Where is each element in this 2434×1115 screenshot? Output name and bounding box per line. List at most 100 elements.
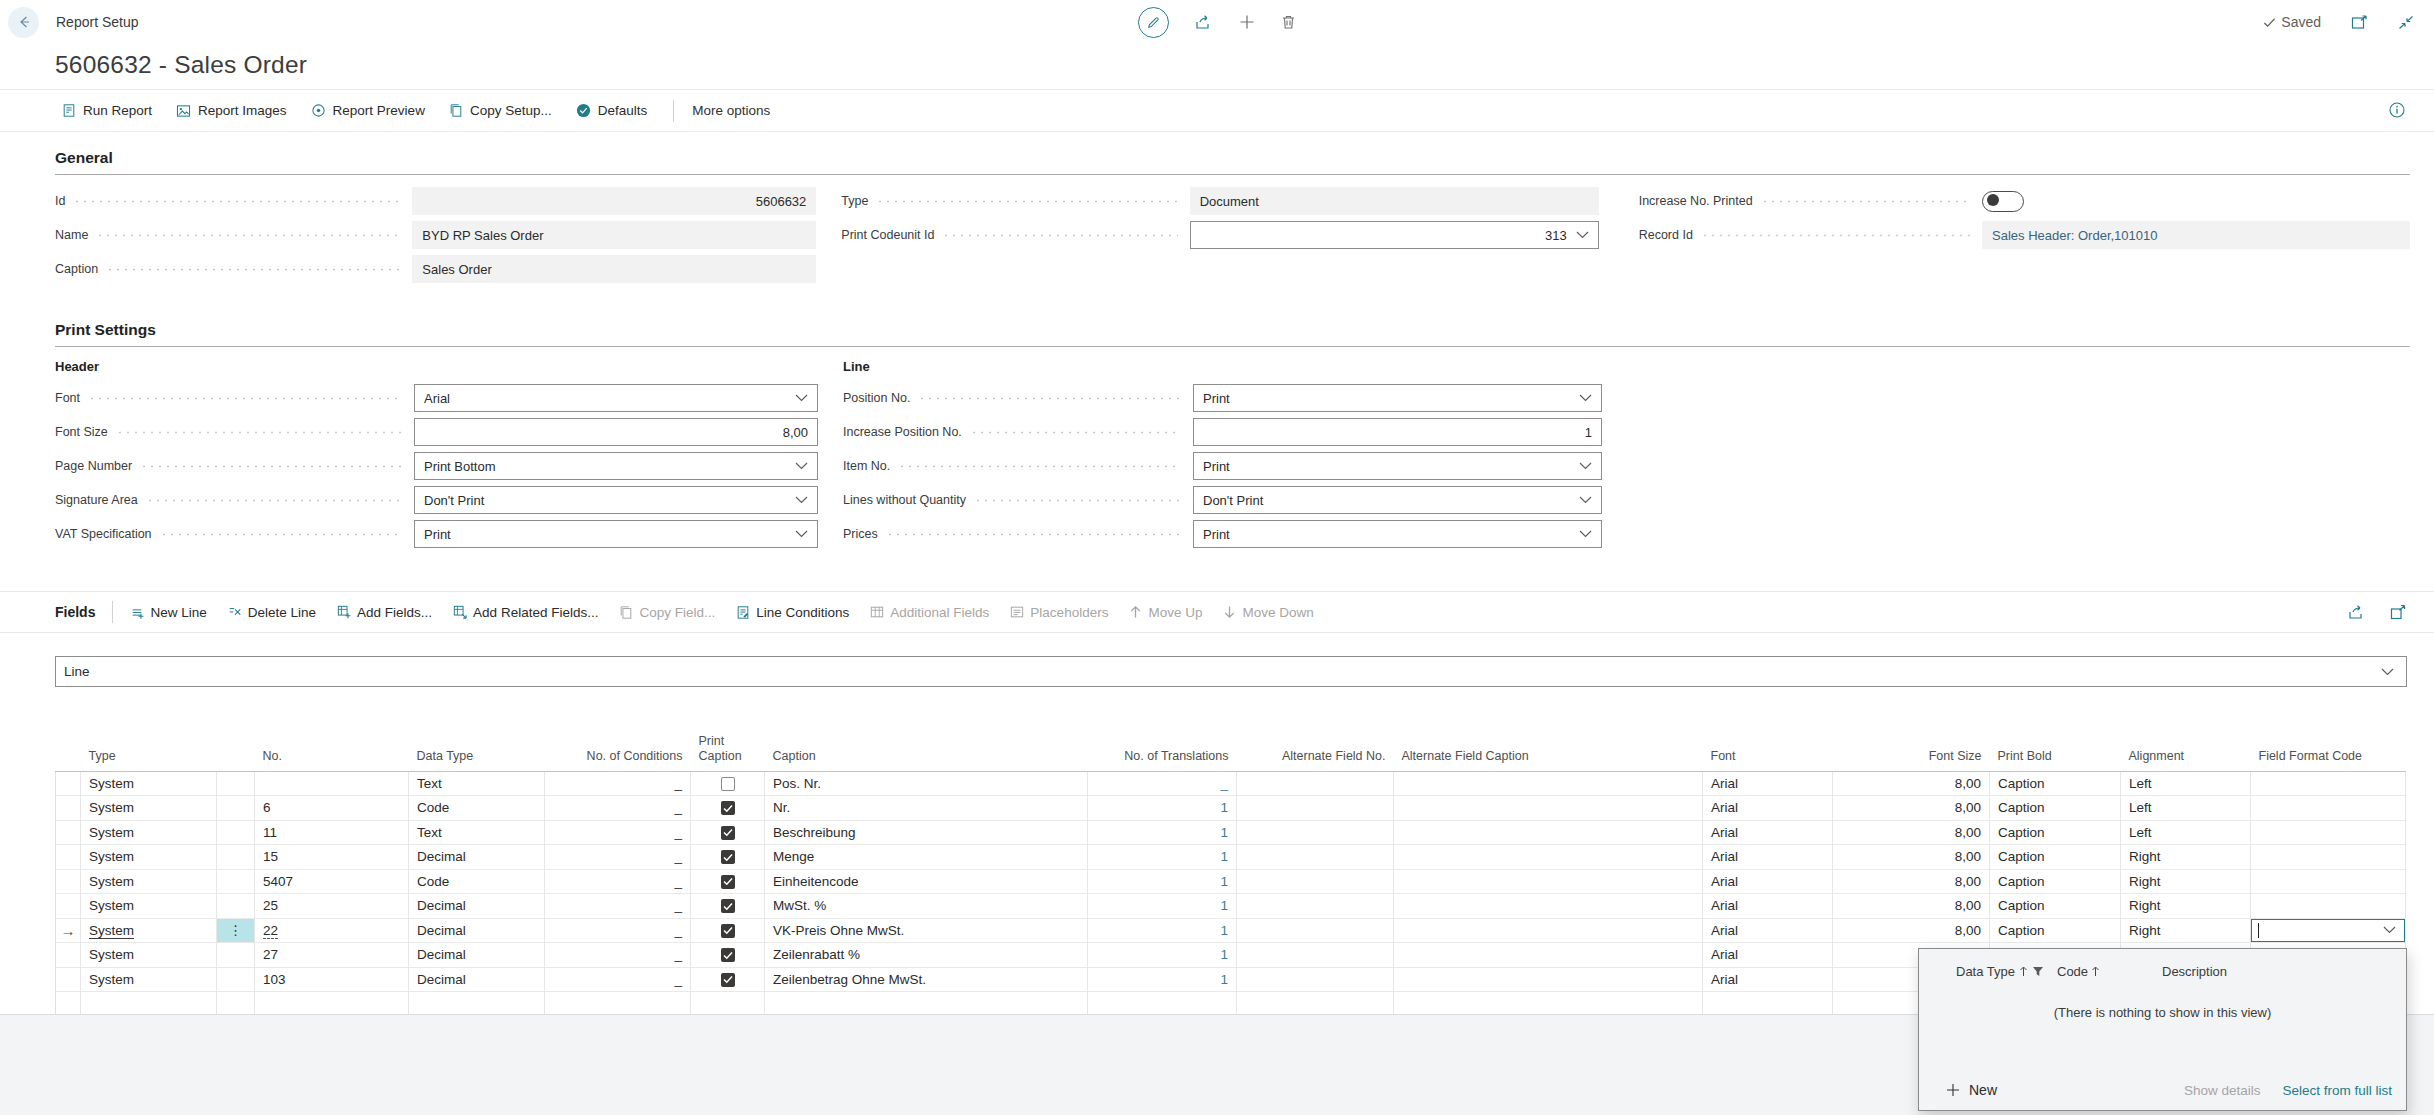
column-header-font[interactable]: Font <box>1703 733 1833 771</box>
cell-no-of-conditions[interactable]: _ <box>545 869 691 894</box>
cell-alignment[interactable]: Left <box>2121 771 2251 796</box>
row-menu[interactable] <box>217 943 255 968</box>
column-header-data-type[interactable]: Data Type <box>409 733 545 771</box>
cell-alternate-field-no[interactable] <box>1237 869 1394 894</box>
cell-no-of-conditions[interactable]: _ <box>545 894 691 919</box>
cell-no[interactable]: 27 <box>255 943 409 968</box>
cell-no-of-conditions[interactable]: _ <box>545 796 691 821</box>
row-menu[interactable] <box>217 771 255 796</box>
info-icon[interactable] <box>2388 101 2406 119</box>
cell-alignment[interactable]: Right <box>2121 845 2251 870</box>
cell-type[interactable]: System <box>81 918 217 943</box>
cell-type[interactable]: System <box>81 967 217 992</box>
cell-no-of-conditions[interactable]: _ <box>545 918 691 943</box>
column-header-print-caption[interactable]: Print Caption <box>691 733 765 771</box>
record-id-link[interactable]: Sales Header: Order,101010 <box>1982 221 2410 249</box>
cell-caption[interactable]: Nr. <box>765 796 1088 821</box>
row-selector[interactable] <box>56 771 81 796</box>
cell-font[interactable]: Arial <box>1703 771 1833 796</box>
column-header-alternate-field-caption[interactable]: Alternate Field Caption <box>1394 733 1703 771</box>
table-row[interactable]: System25Decimal_MwSt. %1Arial8,00Caption… <box>56 894 2406 919</box>
cell-caption[interactable]: Einheitencode <box>765 869 1088 894</box>
cell-font-size[interactable]: 8,00 <box>1833 845 1990 870</box>
font-field[interactable]: Arial <box>414 384 818 412</box>
run-report-button[interactable]: Run Report <box>62 103 152 118</box>
row-menu[interactable] <box>217 869 255 894</box>
cell-type[interactable]: System <box>81 796 217 821</box>
cell-alignment[interactable]: Right <box>2121 894 2251 919</box>
cell-print-bold[interactable]: Caption <box>1990 918 2121 943</box>
cell-font-size[interactable]: 8,00 <box>1833 894 1990 919</box>
cell-print-bold[interactable]: Caption <box>1990 869 2121 894</box>
cell-data-type[interactable]: Decimal <box>409 894 545 919</box>
cell-caption[interactable]: MwSt. % <box>765 894 1088 919</box>
popup-col-code[interactable]: Code <box>2057 964 2162 979</box>
cell-caption[interactable]: Pos. Nr. <box>765 771 1088 796</box>
table-row[interactable]: System6Code_Nr.1Arial8,00CaptionLeft <box>56 796 2406 821</box>
cell-font[interactable]: Arial <box>1703 869 1833 894</box>
position-no-field[interactable]: Print <box>1193 384 1602 412</box>
cell-data-type[interactable]: Decimal <box>409 967 545 992</box>
add-fields-button[interactable]: Add Fields... <box>337 605 432 620</box>
cell-print-caption[interactable] <box>691 771 765 796</box>
cell-caption[interactable]: Beschreibung <box>765 820 1088 845</box>
cell-font[interactable]: Arial <box>1703 820 1833 845</box>
column-header-caption[interactable]: Caption <box>765 733 1088 771</box>
expand-icon[interactable] <box>2390 604 2406 620</box>
lines-without-quantity-field[interactable]: Don't Print <box>1193 486 1602 514</box>
cell-data-type[interactable]: Code <box>409 869 545 894</box>
cell-no[interactable]: 11 <box>255 820 409 845</box>
popup-col-description[interactable]: Description <box>2162 964 2227 979</box>
cell-font[interactable]: Arial <box>1703 796 1833 821</box>
row-selector[interactable]: → <box>56 918 81 943</box>
cell-type[interactable] <box>81 992 217 1017</box>
cell-no-of-conditions[interactable]: _ <box>545 967 691 992</box>
cell-no-of-translations[interactable]: 1 <box>1088 820 1237 845</box>
column-header-type[interactable]: Type <box>81 733 217 771</box>
cell-no-of-conditions[interactable]: _ <box>545 820 691 845</box>
cell-alignment[interactable]: Right <box>2121 918 2251 943</box>
row-selector[interactable] <box>56 894 81 919</box>
cell-field-format-code[interactable] <box>2251 894 2406 919</box>
table-row[interactable]: System15Decimal_Menge1Arial8,00CaptionRi… <box>56 845 2406 870</box>
cell-no[interactable]: 15 <box>255 845 409 870</box>
checkbox-checked[interactable] <box>721 826 735 840</box>
cell-data-type[interactable] <box>409 992 545 1017</box>
cell-alternate-field-caption[interactable] <box>1394 796 1703 821</box>
checkbox-unchecked[interactable] <box>721 777 735 791</box>
cell-no-of-translations[interactable]: 1 <box>1088 894 1237 919</box>
cell-alternate-field-no[interactable] <box>1237 992 1394 1017</box>
checkbox-checked[interactable] <box>721 801 735 815</box>
cell-print-caption[interactable] <box>691 820 765 845</box>
cell-no-of-conditions[interactable] <box>545 992 691 1017</box>
row-menu[interactable] <box>217 894 255 919</box>
table-row[interactable]: SystemText_Pos. Nr._Arial8,00CaptionLeft <box>56 771 2406 796</box>
column-header-field-format-code[interactable]: Field Format Code <box>2251 733 2406 771</box>
cell-alternate-field-caption[interactable] <box>1394 771 1703 796</box>
cell-font[interactable]: Arial <box>1703 918 1833 943</box>
cell-no-of-translations[interactable]: 1 <box>1088 796 1237 821</box>
section-heading-print-settings[interactable]: Print Settings <box>55 321 2410 339</box>
cell-font-size[interactable]: 8,00 <box>1833 869 1990 894</box>
cell-alternate-field-no[interactable] <box>1237 771 1394 796</box>
print-codeunit-id-field[interactable]: 313 <box>1190 221 1599 249</box>
cell-alternate-field-caption[interactable] <box>1394 967 1703 992</box>
cell-no[interactable]: 6 <box>255 796 409 821</box>
cell-data-type[interactable]: Decimal <box>409 918 545 943</box>
more-options-button[interactable]: More options <box>692 103 770 118</box>
cell-alternate-field-caption[interactable] <box>1394 918 1703 943</box>
cell-print-bold[interactable]: Caption <box>1990 894 2121 919</box>
row-selector[interactable] <box>56 869 81 894</box>
cell-no-of-conditions[interactable]: _ <box>545 771 691 796</box>
cell-data-type[interactable]: Text <box>409 820 545 845</box>
cell-data-type[interactable]: Decimal <box>409 943 545 968</box>
new-button[interactable]: New <box>1946 1082 1997 1098</box>
cell-alternate-field-caption[interactable] <box>1394 992 1703 1017</box>
cell-alternate-field-no[interactable] <box>1237 845 1394 870</box>
cell-font-size[interactable]: 8,00 <box>1833 820 1990 845</box>
increase-position-no-field[interactable]: 1 <box>1193 418 1602 446</box>
cell-font[interactable]: Arial <box>1703 967 1833 992</box>
cell-caption[interactable]: VK-Preis Ohne MwSt. <box>765 918 1088 943</box>
row-selector[interactable] <box>56 820 81 845</box>
cell-font-size[interactable]: 8,00 <box>1833 771 1990 796</box>
